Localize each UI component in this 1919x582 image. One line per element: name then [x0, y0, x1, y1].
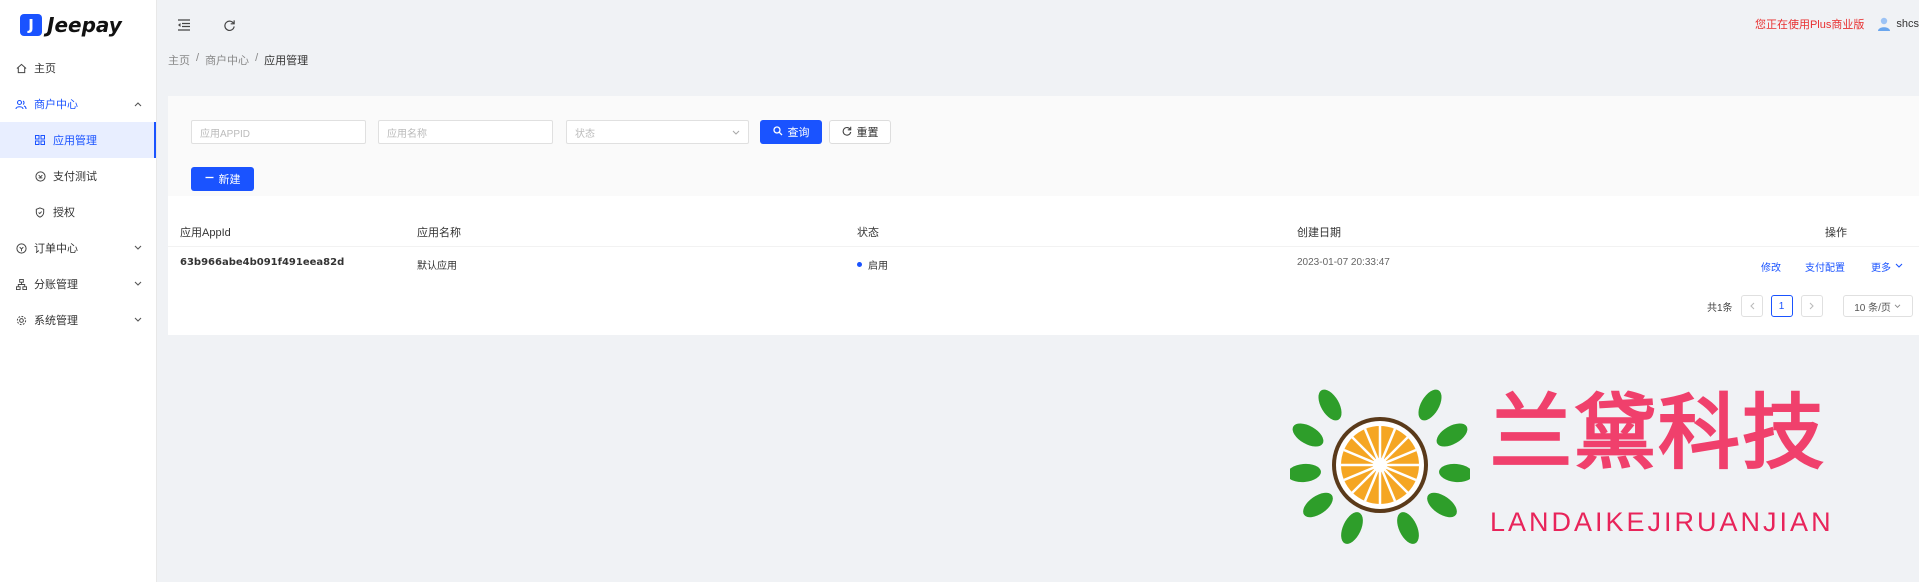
sidebar-item-label: 主页 — [34, 63, 56, 75]
watermark-title: 兰黛科技 — [1490, 386, 1827, 481]
shield-icon — [34, 206, 46, 218]
page-1-button[interactable]: 1 — [1770, 295, 1793, 317]
sidebar-item-label: 系统管理 — [34, 315, 78, 327]
more-label: 更多 — [1871, 263, 1891, 274]
breadcrumb-separator: / — [196, 52, 200, 64]
tree-icon — [15, 278, 27, 290]
logo[interactable]: J Jeepay — [0, 0, 156, 50]
total-count: 共1条 — [1707, 302, 1733, 314]
col-header-appid: 应用AppId — [180, 227, 231, 239]
reset-button[interactable]: 重置 — [829, 120, 891, 144]
sidebar: J Jeepay 主页 商户中心 应用管理 支付测试 授权 订单中心 分账管理 … — [0, 0, 157, 582]
sidebar-item-split-management[interactable]: 分账管理 — [0, 266, 156, 302]
menu-fold-icon[interactable] — [174, 15, 194, 35]
chevron-up-icon — [134, 99, 142, 109]
breadcrumb-separator: / — [255, 52, 259, 64]
logo-text: Jeepay — [47, 13, 122, 37]
chevron-down-icon — [134, 243, 142, 253]
reset-icon — [842, 126, 852, 139]
page-size-label: 10 条/页 — [1854, 302, 1891, 314]
sidebar-item-pay-test[interactable]: 支付测试 — [0, 158, 156, 194]
app-name-input[interactable]: 应用名称 — [378, 120, 553, 144]
gear-icon — [15, 314, 27, 326]
refresh-icon[interactable] — [219, 15, 239, 35]
sidebar-item-label: 支付测试 — [53, 171, 97, 183]
main-card: 应用APPID 应用名称 状态 查询 重置 新建 应用AppId 应用名称 状态… — [168, 96, 1919, 335]
pay-icon — [34, 170, 46, 182]
next-page-button[interactable] — [1800, 295, 1823, 317]
cell-state: 启用 — [857, 257, 888, 272]
grid-icon — [34, 134, 46, 146]
chevron-down-icon — [1895, 261, 1903, 272]
search-icon — [772, 125, 783, 139]
prev-page-button[interactable] — [1740, 295, 1763, 317]
cell-created: 2023-01-07 20:33:47 — [1297, 257, 1390, 268]
edition-badge: 您正在使用Plus商业版 — [1754, 19, 1865, 31]
pagination: 共1条 1 10 条/页 — [1707, 295, 1913, 317]
more-dropdown[interactable]: 更多 — [1871, 259, 1903, 274]
state-select[interactable]: 状态 — [566, 120, 749, 144]
users-icon — [15, 98, 27, 110]
chevron-down-icon — [732, 128, 740, 139]
col-header-created: 创建日期 — [1297, 227, 1341, 239]
reset-button-label: 重置 — [856, 127, 879, 139]
cell-appid: 63b966abe4b091f491eea82d — [180, 257, 345, 268]
sidebar-item-label: 订单中心 — [34, 243, 78, 255]
sidebar-item-merchant-center[interactable]: 商户中心 — [0, 86, 156, 122]
search-button[interactable]: 查询 — [760, 120, 822, 144]
col-header-name: 应用名称 — [417, 227, 461, 239]
order-icon — [15, 242, 27, 254]
watermark: 兰黛科技 LANDAIKEJIRUANJIAN — [1290, 385, 1890, 555]
home-icon — [15, 62, 27, 74]
page-size-select[interactable]: 10 条/页 — [1842, 295, 1913, 317]
cell-name: 默认应用 — [417, 261, 457, 272]
sidebar-item-system-management[interactable]: 系统管理 — [0, 302, 156, 338]
status-dot — [857, 262, 862, 267]
status-badge: 启用 — [868, 261, 888, 272]
sidebar-item-label: 应用管理 — [53, 135, 97, 147]
sidebar-item-home[interactable]: 主页 — [0, 50, 156, 86]
sidebar-item-authorization[interactable]: 授权 — [0, 194, 156, 230]
sidebar-item-label: 授权 — [53, 207, 75, 219]
header: 您正在使用Plus商业版 shcs — [157, 0, 1919, 50]
search-button-label: 查询 — [787, 127, 810, 139]
username[interactable]: shcs — [1896, 18, 1919, 30]
sidebar-item-label: 商户中心 — [34, 99, 78, 111]
table-header-divider — [168, 246, 1919, 247]
col-header-actions: 操作 — [1825, 227, 1847, 239]
pay-config-link[interactable]: 支付配置 — [1805, 259, 1845, 274]
watermark-subtitle: LANDAIKEJIRUANJIAN — [1490, 507, 1834, 537]
breadcrumb-home[interactable]: 主页 — [168, 52, 190, 68]
sidebar-item-app-management[interactable]: 应用管理 — [0, 122, 156, 158]
plus-icon — [205, 173, 214, 185]
chevron-down-icon — [1894, 304, 1901, 308]
appid-input[interactable]: 应用APPID — [191, 120, 366, 144]
header-right: 您正在使用Plus商业版 shcs — [1755, 16, 1919, 32]
breadcrumb: 主页 / 商户中心 / 应用管理 — [168, 52, 308, 68]
add-app-button[interactable]: 新建 — [191, 167, 254, 191]
col-header-state: 状态 — [857, 227, 879, 239]
chevron-down-icon — [134, 279, 142, 289]
breadcrumb-current: 应用管理 — [264, 55, 309, 67]
state-select-placeholder: 状态 — [575, 128, 595, 140]
logo-mark: J — [20, 14, 42, 36]
sidebar-item-order-center[interactable]: 订单中心 — [0, 230, 156, 266]
add-button-label: 新建 — [218, 174, 241, 186]
chevron-down-icon — [134, 315, 142, 325]
avatar[interactable] — [1876, 16, 1892, 32]
watermark-logo-icon — [1290, 389, 1470, 544]
sidebar-item-label: 分账管理 — [34, 279, 78, 291]
filter-area — [168, 96, 1919, 196]
breadcrumb-merchant[interactable]: 商户中心 — [205, 52, 249, 68]
edit-link[interactable]: 修改 — [1761, 259, 1781, 274]
